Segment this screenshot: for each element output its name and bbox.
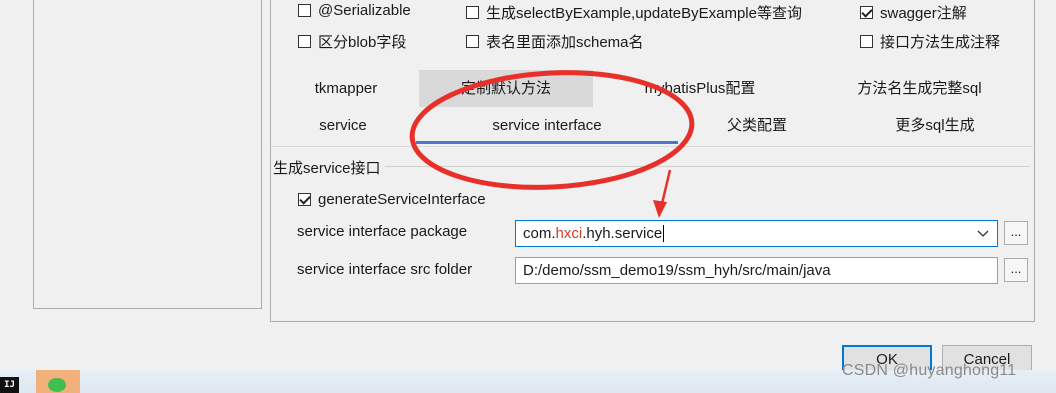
- chevron-down-icon[interactable]: [977, 230, 989, 238]
- package-browse-button[interactable]: ...: [1004, 221, 1028, 245]
- tab-service[interactable]: service: [290, 108, 396, 144]
- serializable-checkbox[interactable]: @Serializable: [298, 2, 411, 19]
- package-value-suffix: .hyh.service: [582, 225, 663, 242]
- tab-tkmapper[interactable]: tkmapper: [290, 70, 402, 107]
- tab-more-sql[interactable]: 更多sql生成: [860, 108, 1010, 144]
- wechat-icon[interactable]: [36, 370, 80, 393]
- csdn-watermark: CSDN @huyanghong11: [842, 362, 1017, 379]
- tab-parent-class-config[interactable]: 父类配置: [697, 108, 817, 144]
- package-combobox[interactable]: com. hxci .hyh.service: [515, 220, 998, 247]
- checkbox-box[interactable]: [298, 193, 311, 206]
- checkbox-box[interactable]: [298, 35, 311, 48]
- intellij-icon[interactable]: IJ: [0, 377, 19, 393]
- checkbox-box[interactable]: [298, 4, 311, 17]
- package-value-prefix: com.: [523, 225, 556, 242]
- checkbox-box[interactable]: [466, 6, 479, 19]
- annotation-overlay: [409, 70, 695, 218]
- checkbox-box[interactable]: [860, 6, 873, 19]
- blob-checkbox[interactable]: 区分blob字段: [298, 31, 406, 52]
- swagger-checkbox[interactable]: swagger注解: [860, 2, 967, 23]
- checkbox-box[interactable]: [860, 35, 873, 48]
- method-comment-checkbox[interactable]: 接口方法生成注释: [860, 31, 1000, 52]
- package-value-highlight: hxci: [555, 225, 583, 242]
- wechat-bubble-icon: [48, 378, 66, 392]
- src-folder-browse-button[interactable]: ...: [1004, 258, 1028, 282]
- text-caret: [663, 225, 665, 242]
- group-title: 生成service接口: [273, 157, 385, 178]
- src-folder-label: service interface src folder: [297, 261, 473, 278]
- select-by-example-checkbox[interactable]: 生成selectByExample,updateByExample等查询: [466, 2, 802, 23]
- package-label: service interface package: [297, 223, 468, 240]
- schema-checkbox[interactable]: 表名里面添加schema名: [466, 31, 644, 52]
- left-panel: [33, 0, 262, 309]
- src-folder-input[interactable]: D:/demo/ssm_demo19/ssm_hyh/src/main/java: [515, 257, 998, 284]
- tab-full-sql-method-names[interactable]: 方法名生成完整sql: [832, 70, 1007, 107]
- checkbox-box[interactable]: [466, 35, 479, 48]
- red-circle-annotation: [409, 70, 695, 190]
